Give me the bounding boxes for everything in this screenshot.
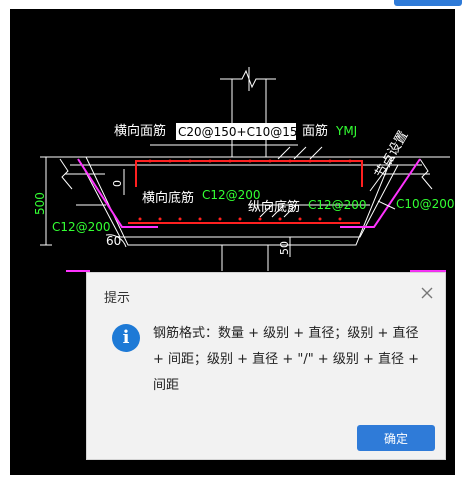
close-icon[interactable] bbox=[419, 285, 435, 301]
dim-50: 50 bbox=[278, 241, 291, 255]
column-outline bbox=[220, 67, 276, 157]
column-below bbox=[221, 245, 269, 271]
ok-button[interactable]: 确定 bbox=[357, 425, 435, 451]
code-ymj: YMJ bbox=[335, 124, 357, 138]
label-node-setting: 节点设置 bbox=[372, 128, 411, 181]
spec-left: C12@200 bbox=[52, 220, 111, 234]
label-bottom-transverse: 横向底筋 bbox=[142, 190, 194, 206]
spec-bottom-longitudinal: C12@200 bbox=[308, 198, 367, 212]
dialog-message: 钢筋格式：数量 + 级别 + 直径；级别 + 直径 + 间距；级别 + 直径 +… bbox=[153, 326, 420, 393]
dialog-title: 提示 bbox=[104, 291, 131, 306]
spec-right: C10@200 bbox=[396, 197, 455, 211]
angle-60: 60 bbox=[106, 234, 121, 248]
info-icon: i bbox=[112, 324, 140, 352]
label-bottom-longitudinal: 纵向底筋 bbox=[248, 199, 300, 215]
label-top-transverse: 横向面筋 bbox=[114, 123, 166, 139]
side-rebar bbox=[66, 158, 446, 272]
label-top-bar: 面筋 bbox=[302, 123, 328, 139]
hint-dialog: 提示 i 钢筋格式：数量 + 级别 + 直径；级别 + 直径 + 间距；级别 +… bbox=[86, 272, 446, 460]
dim-500: 500 bbox=[33, 192, 47, 215]
window-accent-bar bbox=[394, 0, 462, 6]
dim-0: 0 bbox=[111, 180, 124, 187]
spec-top[interactable]: C20@150+C10@150 bbox=[178, 125, 305, 139]
